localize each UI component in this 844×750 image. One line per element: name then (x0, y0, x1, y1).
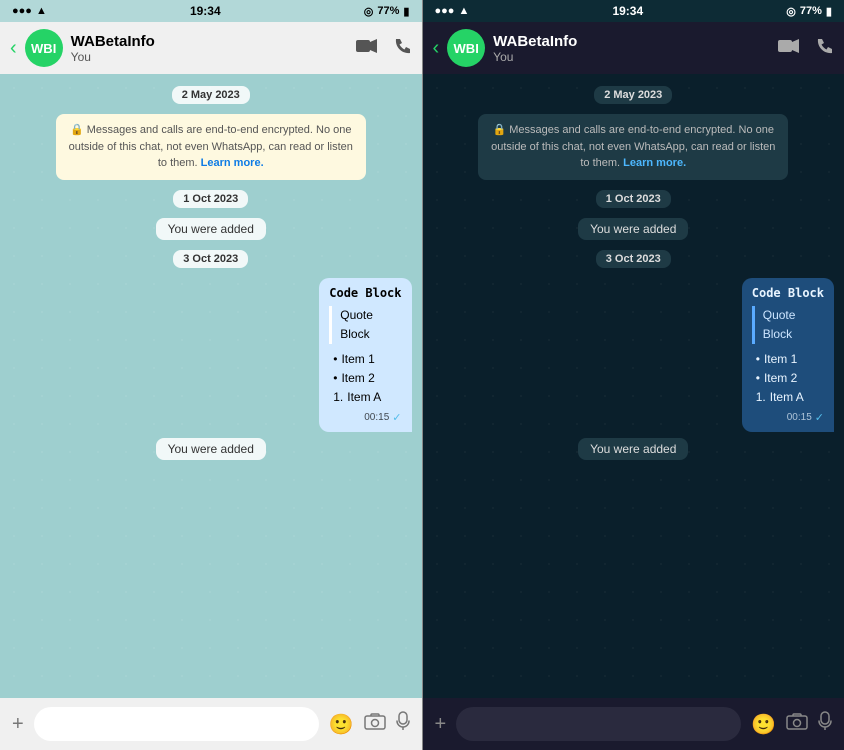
bullet-icon-1-left: • (333, 350, 337, 369)
code-block-right: Code Block (752, 286, 824, 300)
number-icon-right: 1. (756, 388, 766, 407)
bullet-icon-2-left: • (333, 369, 337, 388)
chat-area-right: 2 May 2023 🔒 Messages and calls are end-… (423, 74, 844, 698)
header-info-left: WABetaInfo You (71, 33, 348, 64)
list-item-3-right: 1. Item A (756, 388, 824, 407)
signal-icon: ●●● (12, 5, 32, 17)
plus-button-left[interactable]: + (12, 713, 24, 736)
code-block-left: Code Block (329, 286, 401, 300)
list-item-1-left: • Item 1 (333, 350, 401, 369)
bubble-sent-right: Code Block QuoteBlock • Item 1 • Item 2 … (742, 278, 834, 433)
list-item-1-right: • Item 1 (756, 350, 824, 369)
system-msg-1-left: You were added (156, 218, 266, 240)
numbered-text-right: Item A (770, 388, 804, 407)
bubble-check-right: ✓ (815, 411, 824, 424)
time-left: 19:34 (190, 4, 221, 18)
bullet-text-1-right: Item 1 (764, 350, 797, 369)
back-button-right[interactable]: ‹ (433, 37, 440, 60)
bottom-bar-left: + 🙂 (0, 698, 422, 750)
chat-header-left: ‹ WBI WABetaInfo You (0, 22, 422, 74)
system-msg-2-left: You were added (156, 438, 266, 460)
contact-sub-left: You (71, 50, 348, 64)
date-pill-2-left: 1 Oct 2023 (173, 190, 248, 208)
list-item-2-right: • Item 2 (756, 369, 824, 388)
time-right: 19:34 (612, 4, 643, 18)
bubble-footer-left: 00:15 ✓ (329, 411, 401, 424)
header-info-right: WABetaInfo You (493, 33, 770, 64)
number-icon-left: 1. (333, 388, 343, 407)
chat-header-right: ‹ WBI WABetaInfo You (423, 22, 844, 74)
contact-sub-right: You (493, 50, 770, 64)
date-pill-3-left: 3 Oct 2023 (173, 250, 248, 268)
voice-call-icon-right[interactable] (816, 37, 834, 60)
bubble-time-left: 00:15 (364, 412, 389, 423)
battery-percent-right: 77% (800, 5, 822, 17)
battery-left: ◎ 77% ▮ (364, 5, 410, 18)
status-bar-left: ●●● ▲ 19:34 ◎ 77% ▮ (0, 0, 422, 22)
avatar-left: WBI (25, 29, 63, 67)
date-pill-2-right: 1 Oct 2023 (596, 190, 671, 208)
sticker-icon-left[interactable]: 🙂 (329, 712, 354, 737)
encryption-notice-left: 🔒 Messages and calls are end-to-end encr… (56, 114, 366, 180)
contact-name-left: WABetaInfo (71, 33, 348, 50)
status-left-right: ●●● ▲ (435, 5, 470, 17)
camera-icon-left[interactable] (364, 712, 386, 736)
bullet-icon-2-right: • (756, 369, 760, 388)
contact-name-right: WABetaInfo (493, 33, 770, 50)
location-icon: ◎ (364, 5, 374, 18)
learn-more-right[interactable]: Learn more. (623, 157, 686, 169)
right-panel: ●●● ▲ 19:34 ◎ 77% ▮ ‹ WBI WABetaInfo You… (423, 0, 844, 750)
left-panel: ●●● ▲ 19:34 ◎ 77% ▮ ‹ WBI WABetaInfo You… (0, 0, 422, 750)
battery-right: ◎ 77% ▮ (786, 5, 832, 18)
battery-icon-right: ▮ (826, 5, 832, 18)
bullet-text-2-left: Item 2 (341, 369, 374, 388)
encryption-notice-right: 🔒 Messages and calls are end-to-end encr… (478, 114, 788, 180)
list-item-3-left: 1. Item A (333, 388, 401, 407)
video-call-icon-right[interactable] (778, 38, 800, 59)
video-call-icon-left[interactable] (356, 38, 378, 59)
bullet-list-right: • Item 1 • Item 2 1. Item A (752, 350, 824, 408)
wifi-icon: ▲ (36, 5, 47, 17)
sticker-icon-right[interactable]: 🙂 (751, 712, 776, 737)
wifi-icon-right: ▲ (458, 5, 469, 17)
signal-icon-right: ●●● (435, 5, 455, 17)
message-input-right[interactable] (456, 707, 741, 741)
chat-area-left: 2 May 2023 🔒 Messages and calls are end-… (0, 74, 422, 698)
date-pill-1-left: 2 May 2023 (172, 86, 250, 104)
status-bar-right: ●●● ▲ 19:34 ◎ 77% ▮ (423, 0, 844, 22)
bubble-check-left: ✓ (392, 411, 401, 424)
bubble-time-right: 00:15 (787, 412, 812, 423)
location-icon-right: ◎ (786, 5, 796, 18)
header-icons-right (778, 37, 834, 60)
bullet-icon-1-right: • (756, 350, 760, 369)
camera-icon-right[interactable] (786, 712, 808, 736)
voice-call-icon-left[interactable] (394, 37, 412, 60)
status-left: ●●● ▲ (12, 5, 47, 17)
list-item-2-left: • Item 2 (333, 369, 401, 388)
date-pill-1-right: 2 May 2023 (594, 86, 672, 104)
bubble-footer-right: 00:15 ✓ (752, 411, 824, 424)
battery-icon-left: ▮ (403, 5, 409, 18)
date-pill-3-right: 3 Oct 2023 (596, 250, 671, 268)
bullet-list-left: • Item 1 • Item 2 1. Item A (329, 350, 401, 408)
header-icons-left (356, 37, 412, 60)
bullet-text-2-right: Item 2 (764, 369, 797, 388)
bottom-bar-right: + 🙂 (423, 698, 844, 750)
learn-more-left[interactable]: Learn more. (201, 157, 264, 169)
numbered-text-left: Item A (347, 388, 381, 407)
avatar-right: WBI (447, 29, 485, 67)
back-button-left[interactable]: ‹ (10, 37, 17, 60)
plus-button-right[interactable]: + (435, 713, 447, 736)
battery-percent-left: 77% (377, 5, 399, 17)
system-msg-2-right: You were added (578, 438, 688, 460)
quote-block-right: QuoteBlock (752, 306, 824, 344)
message-input-left[interactable] (34, 707, 319, 741)
bubble-sent-left: Code Block QuoteBlock • Item 1 • Item 2 … (319, 278, 411, 433)
quote-block-left: QuoteBlock (329, 306, 401, 344)
mic-icon-left[interactable] (396, 711, 410, 737)
mic-icon-right[interactable] (818, 711, 832, 737)
bullet-text-1-left: Item 1 (341, 350, 374, 369)
system-msg-1-right: You were added (578, 218, 688, 240)
